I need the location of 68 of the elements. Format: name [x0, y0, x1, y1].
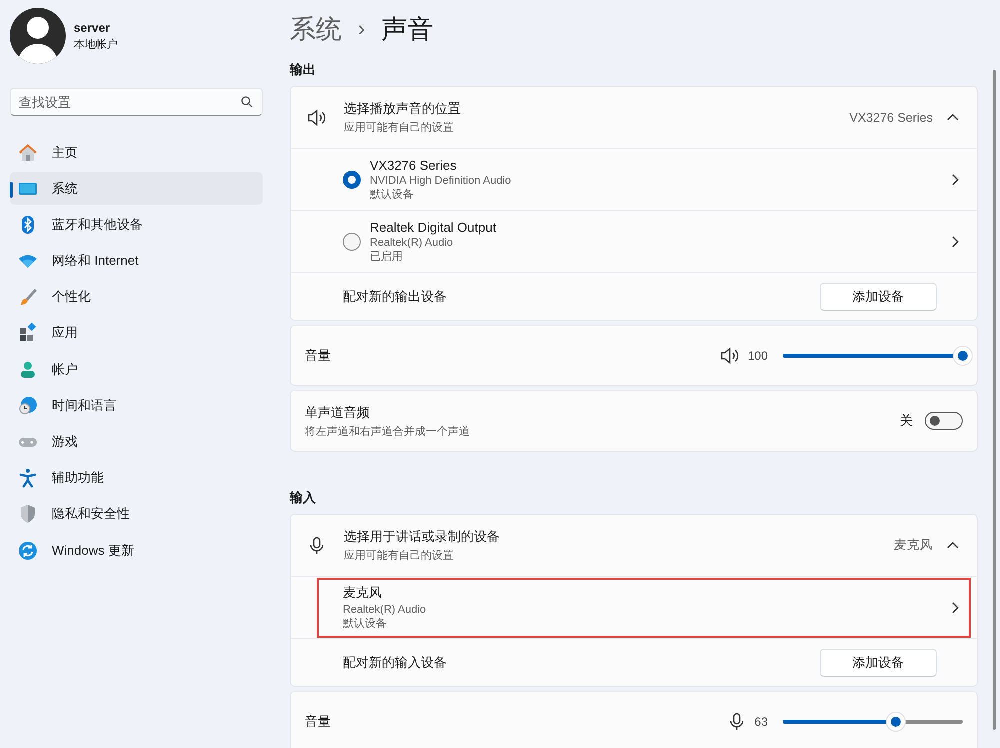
- globe-clock-icon: [18, 396, 38, 416]
- section-heading: 输出: [290, 62, 317, 78]
- speaker-icon: [307, 108, 327, 128]
- device-driver: NVIDIA High Definition Audio: [370, 174, 512, 186]
- user-name: server: [74, 20, 112, 34]
- nav-item[interactable]: 游戏: [10, 426, 263, 458]
- nav-item[interactable]: 系统: [10, 172, 263, 206]
- device-picker-header[interactable]: 选择用于讲话或录制的设备 应用可能有自己的设置 麦克风: [291, 515, 977, 576]
- slider-thumb[interactable]: [954, 346, 972, 364]
- device-row[interactable]: 麦克风 Realtek(R) Audio 默认设备: [317, 578, 971, 638]
- pair-label: 配对新的输入设备: [343, 654, 447, 672]
- nav-item[interactable]: 网络和 Internet: [10, 244, 263, 278]
- setting-description: 将左声道和右声道合并成一个声道: [305, 424, 471, 438]
- device-name: Realtek Digital Output: [370, 220, 498, 234]
- current-device: 麦克风: [894, 537, 933, 554]
- account-type: 本地帐户: [74, 38, 118, 52]
- volume-label: 音量: [305, 712, 331, 730]
- volume-reading: 63: [754, 714, 768, 728]
- device-row[interactable]: Realtek Digital Output Realtek(R) Audio 已启用: [307, 212, 961, 272]
- page-title: 声音: [381, 12, 434, 46]
- device-name: VX3276 Series: [370, 158, 458, 172]
- radio-button[interactable]: [343, 232, 361, 250]
- person-icon: [18, 360, 38, 380]
- refresh-icon: [18, 540, 38, 561]
- add-device-button[interactable]: 添加设备: [820, 282, 937, 310]
- nav-item[interactable]: Windows 更新: [10, 534, 263, 568]
- pair-label: 配对新的输出设备: [343, 288, 447, 306]
- breadcrumb-parent[interactable]: 系统: [290, 12, 342, 46]
- current-device: VX3276 Series: [850, 110, 933, 124]
- toggle-switch[interactable]: [925, 412, 963, 430]
- nav-item[interactable]: 蓝牙和其他设备: [10, 208, 263, 242]
- setting-description: 应用可能有自己的设置: [344, 120, 455, 135]
- nav-item[interactable]: 隐私和安全性: [10, 498, 263, 531]
- section-heading: 输入: [290, 490, 317, 506]
- breadcrumb-separator: ›: [358, 16, 366, 42]
- setting-title: 选择播放声音的位置: [344, 100, 462, 118]
- nav-item[interactable]: 时间和语言: [10, 389, 263, 422]
- device-name: 麦克风: [343, 584, 383, 602]
- device-status: 默认设备: [343, 617, 388, 631]
- device-status: 已启用: [370, 250, 404, 264]
- nav-item[interactable]: 帐户: [10, 353, 263, 386]
- shield-icon: [18, 504, 38, 524]
- nav-item[interactable]: 主页: [10, 136, 263, 169]
- device-status: 默认设备: [370, 188, 415, 202]
- setting-title: 选择用于讲话或录制的设备: [344, 528, 501, 546]
- device-picker-header[interactable]: 选择播放声音的位置 应用可能有自己的设置 VX3276 Series: [291, 87, 977, 148]
- nav-item[interactable]: 应用: [10, 316, 263, 350]
- apps-icon: [18, 323, 38, 344]
- toggle-state: 关: [900, 412, 913, 430]
- nav-item[interactable]: 个性化: [10, 280, 263, 314]
- volume-label: 音量: [305, 346, 331, 364]
- paintbrush-icon: [18, 287, 38, 308]
- add-device-button[interactable]: 添加设备: [820, 648, 937, 676]
- setting-description: 应用可能有自己的设置: [344, 548, 455, 563]
- nav-item[interactable]: 辅助功能: [10, 462, 263, 495]
- scrollbar[interactable]: [993, 70, 996, 730]
- search-icon: [241, 96, 253, 108]
- home-icon: [18, 142, 38, 162]
- setting-title: 单声道音频: [305, 404, 371, 422]
- device-driver: Realtek(R) Audio: [343, 604, 428, 616]
- search-field[interactable]: 查找设置: [10, 88, 263, 116]
- accessibility-icon: [18, 468, 38, 488]
- slider-thumb[interactable]: [887, 712, 906, 730]
- device-row[interactable]: VX3276 Series NVIDIA High Definition Audio 默认设备: [307, 150, 961, 210]
- radio-button[interactable]: [343, 170, 361, 188]
- speaker-icon: [720, 346, 740, 366]
- device-driver: Realtek(R) Audio: [370, 236, 454, 248]
- volume-reading: 100: [748, 348, 768, 362]
